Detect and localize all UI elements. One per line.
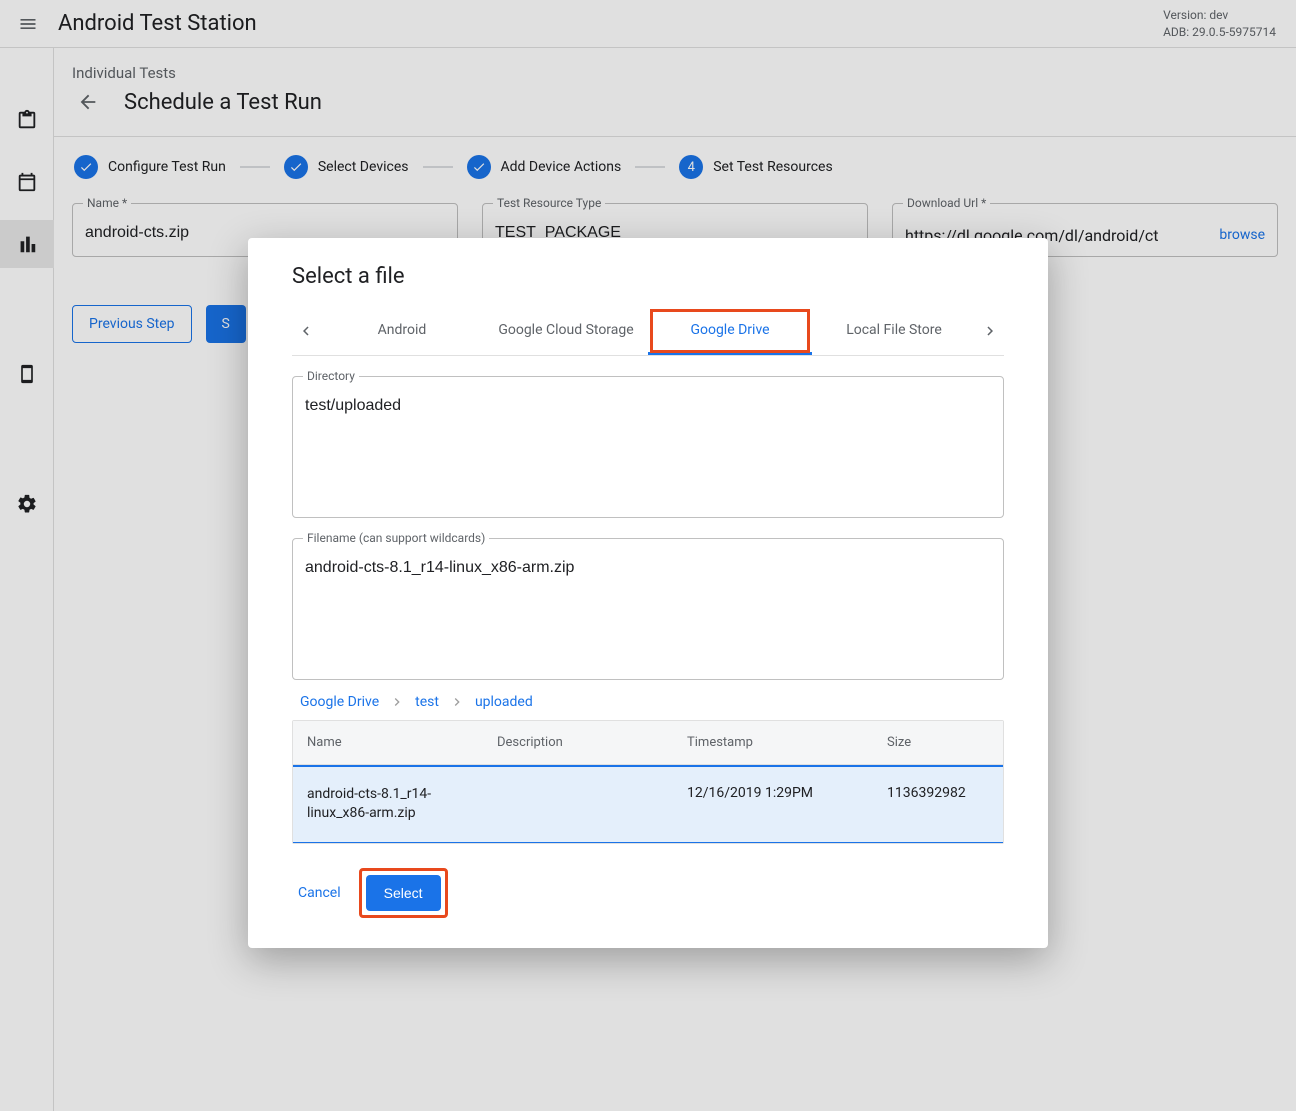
- filename-input[interactable]: [305, 559, 991, 577]
- crumb-root[interactable]: Google Drive: [300, 694, 379, 710]
- tabs-scroll-left[interactable]: [292, 311, 320, 351]
- chevron-right-icon: [449, 694, 465, 710]
- tab-label: Google Cloud Storage: [498, 322, 633, 338]
- cell-name: android-cts-8.1_r14-linux_x86-arm.zip: [293, 767, 483, 842]
- select-button[interactable]: Select: [366, 875, 441, 911]
- cell-size: 1136392982: [873, 767, 1003, 842]
- cancel-button[interactable]: Cancel: [292, 885, 347, 901]
- tab-label: Local File Store: [846, 322, 942, 338]
- modal-overlay: Select a file Android Google Cloud Stora…: [0, 0, 1296, 1111]
- tab-gcs[interactable]: Google Cloud Storage: [484, 307, 648, 355]
- chevron-left-icon: [297, 322, 315, 340]
- col-timestamp: Timestamp: [673, 721, 873, 764]
- file-picker-modal: Select a file Android Google Cloud Stora…: [248, 238, 1048, 948]
- chevron-right-icon: [981, 322, 999, 340]
- directory-field[interactable]: Directory: [292, 376, 1004, 518]
- tab-local-file-store[interactable]: Local File Store: [812, 307, 976, 355]
- table-row[interactable]: android-cts-8.1_r14-linux_x86-arm.zip 12…: [293, 765, 1003, 843]
- col-name: Name: [293, 721, 483, 764]
- crumb-folder[interactable]: uploaded: [475, 694, 533, 710]
- cell-timestamp: 12/16/2019 1:29PM: [673, 767, 873, 842]
- field-label: Filename (can support wildcards): [303, 531, 489, 545]
- field-label: Directory: [303, 369, 359, 383]
- col-description: Description: [483, 721, 673, 764]
- filename-field[interactable]: Filename (can support wildcards): [292, 538, 1004, 680]
- tab-android[interactable]: Android: [320, 307, 484, 355]
- col-size: Size: [873, 721, 1003, 764]
- tab-label: Google Drive: [690, 322, 769, 338]
- tab-google-drive[interactable]: Google Drive: [648, 307, 812, 355]
- chevron-right-icon: [389, 694, 405, 710]
- select-button-highlight: Select: [359, 868, 448, 918]
- crumb-folder[interactable]: test: [415, 694, 439, 710]
- tabs-scroll-right[interactable]: [976, 311, 1004, 351]
- button-label: Select: [384, 885, 423, 901]
- cell-description: [483, 767, 673, 842]
- table-header: Name Description Timestamp Size: [293, 721, 1003, 765]
- modal-title: Select a file: [292, 264, 1004, 289]
- path-breadcrumbs: Google Drive test uploaded: [292, 694, 1004, 710]
- tab-label: Android: [378, 322, 427, 338]
- file-table: Name Description Timestamp Size android-…: [292, 720, 1004, 844]
- directory-input[interactable]: [305, 397, 991, 415]
